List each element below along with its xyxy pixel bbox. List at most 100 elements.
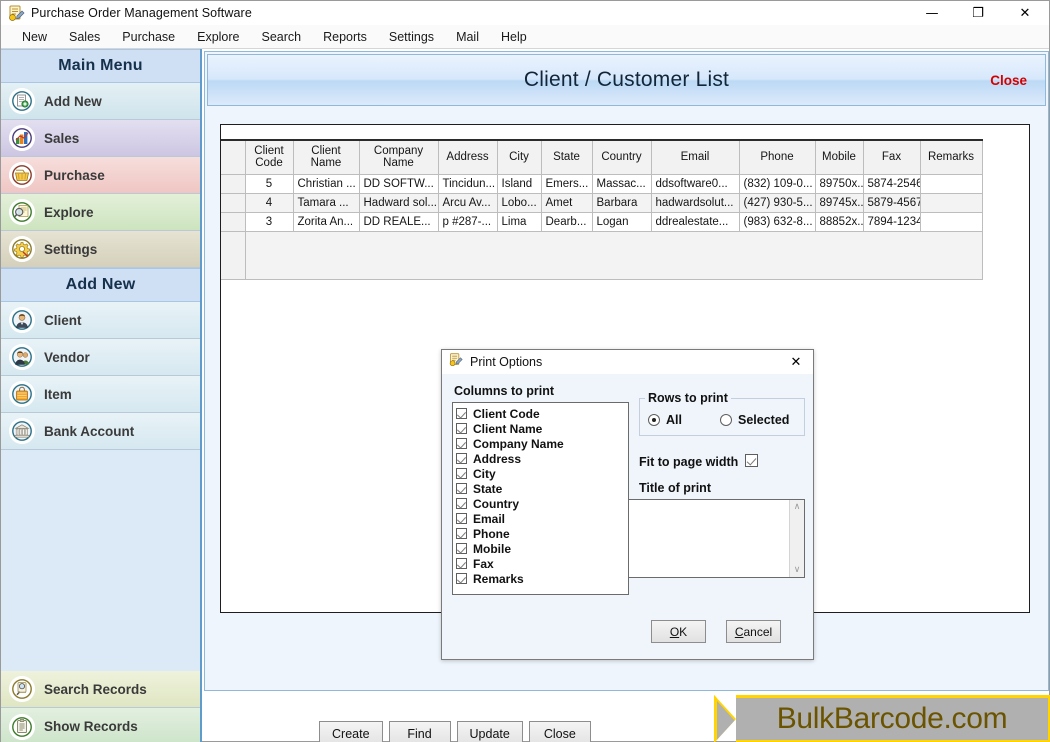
checkbox-icon[interactable] — [456, 423, 467, 434]
cell-remarks — [919, 211, 983, 232]
sidebar-item-purchase[interactable]: Purchase — [1, 157, 200, 194]
find-button[interactable]: Find — [388, 721, 451, 742]
sidebar-item-vendor[interactable]: Vendor — [1, 339, 200, 376]
radio-icon[interactable] — [648, 414, 660, 426]
checkbox-phone[interactable]: Phone — [456, 526, 628, 541]
checkbox-client-name[interactable]: Client Name — [456, 421, 628, 436]
title-scrollbar[interactable]: ∧ ∨ — [789, 500, 804, 577]
checkbox-address[interactable]: Address — [456, 451, 628, 466]
checkbox-icon[interactable] — [456, 438, 467, 449]
column-header-client-code[interactable]: Client Code — [244, 139, 294, 175]
checkbox-fax[interactable]: Fax — [456, 556, 628, 571]
menu-item-settings[interactable]: Settings — [378, 28, 445, 46]
table-row[interactable]: 5 Christian ... DD SOFTW... Tincidun... … — [221, 173, 983, 194]
checkbox-country[interactable]: Country — [456, 496, 628, 511]
scroll-up-icon[interactable]: ∧ — [794, 502, 801, 512]
checkbox-icon[interactable] — [456, 528, 467, 539]
checkbox-icon[interactable] — [456, 468, 467, 479]
checkbox-label: City — [473, 466, 496, 481]
create-button[interactable]: Create — [319, 721, 383, 742]
close-button[interactable]: Close — [528, 721, 591, 742]
checkbox-icon[interactable] — [456, 573, 467, 584]
column-header-phone[interactable]: Phone — [738, 139, 816, 175]
checkbox-city[interactable]: City — [456, 466, 628, 481]
ok-button[interactable]: OK — [651, 620, 706, 643]
table-row[interactable]: 3 Zorita An... DD REALE... p #287-... Li… — [221, 211, 983, 232]
dialog-close-icon[interactable]: ✕ — [783, 351, 809, 373]
sidebar-item-label: Sales — [44, 130, 80, 146]
column-header-country[interactable]: Country — [591, 139, 652, 175]
search-records-icon — [9, 676, 35, 702]
checkbox-company-name[interactable]: Company Name — [456, 436, 628, 451]
sidebar-item-show-records[interactable]: Show Records — [1, 708, 200, 742]
radio-rows-selected[interactable]: Selected — [720, 413, 789, 427]
restore-button[interactable]: ❐ — [955, 1, 1001, 25]
client-list-grid[interactable]: Client Code Client Name Company Name Addres… — [221, 139, 983, 280]
menu-item-reports[interactable]: Reports — [312, 28, 378, 46]
cell-company-name: DD REALE... — [358, 211, 439, 232]
checkbox-mobile[interactable]: Mobile — [456, 541, 628, 556]
close-form-link[interactable]: Close — [990, 73, 1027, 88]
row-selector-cell[interactable] — [221, 211, 246, 232]
dialog-app-icon — [448, 352, 463, 372]
banner-text: BulkBarcode.com — [736, 695, 1050, 742]
checkbox-icon[interactable] — [456, 408, 467, 419]
radio-icon[interactable] — [720, 414, 732, 426]
radio-rows-all[interactable]: All — [648, 413, 682, 427]
bank-icon — [9, 418, 35, 444]
title-of-print-input[interactable] — [629, 500, 789, 577]
row-selector-cell[interactable] — [221, 192, 246, 213]
sidebar-item-search-records[interactable]: Search Records — [1, 671, 200, 708]
checkbox-label: Address — [473, 451, 522, 466]
cancel-mnemonic: C — [734, 624, 744, 639]
column-header-mobile[interactable]: Mobile — [814, 139, 864, 175]
menu-item-purchase[interactable]: Purchase — [111, 28, 186, 46]
checkbox-icon[interactable] — [456, 483, 467, 494]
checkbox-state[interactable]: State — [456, 481, 628, 496]
menu-item-explore[interactable]: Explore — [186, 28, 250, 46]
sidebar-item-explore[interactable]: Explore — [1, 194, 200, 231]
bar-chart-icon — [9, 125, 35, 151]
checkbox-icon[interactable] — [456, 498, 467, 509]
menu-item-mail[interactable]: Mail — [445, 28, 490, 46]
cancel-button[interactable]: Cancel — [726, 620, 781, 643]
sidebar-item-client[interactable]: Client — [1, 302, 200, 339]
cell-country: Barbara — [591, 192, 652, 213]
close-window-button[interactable]: ✕ — [1001, 1, 1049, 25]
sidebar-item-sales[interactable]: Sales — [1, 120, 200, 157]
checkbox-icon[interactable] — [456, 558, 467, 569]
scroll-down-icon[interactable]: ∨ — [794, 565, 801, 575]
sidebar-item-settings[interactable]: Settings — [1, 231, 200, 268]
menu-item-help[interactable]: Help — [490, 28, 538, 46]
update-button[interactable]: Update — [456, 721, 523, 742]
column-header-address[interactable]: Address — [437, 139, 498, 175]
menu-item-new[interactable]: New — [11, 28, 58, 46]
checkbox-email[interactable]: Email — [456, 511, 628, 526]
title-of-print-field[interactable]: ∧ ∨ — [628, 499, 805, 578]
sidebar-item-bank-account[interactable]: Bank Account — [1, 413, 200, 450]
column-header-remarks[interactable]: Remarks — [919, 139, 983, 175]
minimize-button[interactable]: — — [909, 1, 955, 25]
sidebar-item-item[interactable]: Item — [1, 376, 200, 413]
cell-client-code: 4 — [244, 192, 294, 213]
column-header-city[interactable]: City — [496, 139, 542, 175]
column-header-client-name[interactable]: Client Name — [292, 139, 360, 175]
fit-to-page-width-checkbox[interactable] — [745, 454, 758, 467]
page-title: Client / Customer List — [523, 68, 730, 91]
column-header-company-name[interactable]: Company Name — [358, 139, 439, 175]
checkbox-remarks[interactable]: Remarks — [456, 571, 628, 586]
menu-item-search[interactable]: Search — [251, 28, 313, 46]
row-selector-cell[interactable] — [221, 173, 246, 194]
column-header-email[interactable]: Email — [650, 139, 740, 175]
table-row[interactable]: 4 Tamara ... Hadward sol... Arcu Av... L… — [221, 192, 983, 213]
column-header-state[interactable]: State — [540, 139, 593, 175]
checkbox-icon[interactable] — [456, 513, 467, 524]
checkbox-icon[interactable] — [456, 453, 467, 464]
sidebar-item-label: Vendor — [44, 349, 90, 365]
menu-item-sales[interactable]: Sales — [58, 28, 111, 46]
column-header-fax[interactable]: Fax — [862, 139, 921, 175]
checkbox-client-code[interactable]: Client Code — [456, 406, 628, 421]
checkbox-icon[interactable] — [456, 543, 467, 554]
columns-checklist[interactable]: Client Code Client Name Company Name Add… — [452, 402, 629, 595]
sidebar-item-add-new[interactable]: Add New — [1, 83, 200, 120]
